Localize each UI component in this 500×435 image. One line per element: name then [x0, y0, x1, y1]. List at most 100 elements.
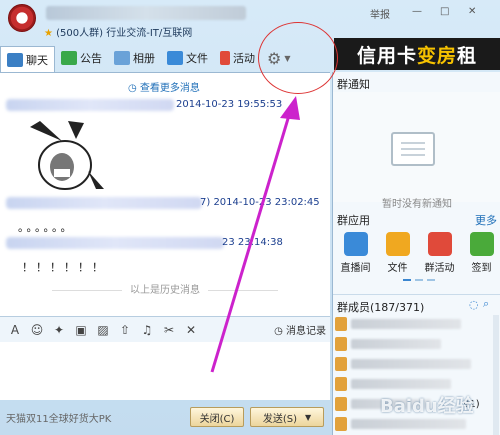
page-indicator: [403, 279, 435, 281]
app-label: 签到: [471, 263, 492, 274]
chat-bubble-icon: [7, 52, 23, 67]
apps-more-link[interactable]: 更多: [475, 212, 497, 228]
group-subtitle: ★ (500人群) 行业交流-IT/互联网: [44, 24, 192, 39]
more-messages-label: 查看更多消息: [139, 83, 200, 94]
sender-name-blurred: [6, 197, 202, 209]
tab-label: 公告: [80, 52, 102, 65]
app-files[interactable]: 文件: [385, 232, 410, 274]
scissors-icon[interactable]: ✂: [160, 321, 178, 339]
message-timestamp: 23 23:14:38: [222, 237, 283, 248]
qq-group-chat-window: ★ (500人群) 行业交流-IT/互联网 举报 — □ ✕ 聊天 公告 相册 …: [0, 0, 500, 435]
star-icon: ★: [44, 28, 53, 39]
more-messages-link[interactable]: ◷ 查看更多消息: [128, 79, 200, 94]
magic-wand-icon[interactable]: ✦: [50, 321, 68, 339]
sender-name-blurred: [6, 237, 224, 249]
video-icon[interactable]: ▣: [72, 321, 90, 339]
report-link[interactable]: 举报: [370, 6, 390, 21]
bulletin-board-icon: [391, 132, 435, 166]
member-name-blurred: [351, 419, 466, 429]
list-item[interactable]: [333, 355, 493, 373]
ad-banner[interactable]: 信用卡 变房租: [334, 38, 500, 70]
folder-icon: [167, 51, 183, 65]
watermark-logo: Baidu经验: [380, 396, 474, 417]
chat-bubble-icon[interactable]: ◌: [469, 298, 479, 311]
chat-history-panel: ◷ 查看更多消息 2014-10-23 19:55:53 7) 2014-10-…: [0, 72, 330, 316]
history-icon: ◷: [128, 83, 140, 94]
annotation-circle: [258, 22, 338, 94]
sender-name-blurred: [6, 99, 174, 111]
member-name-blurred: [351, 359, 471, 369]
avatar: [335, 357, 347, 371]
group-name-blurred: [46, 6, 246, 20]
tab-label: 相册: [133, 52, 155, 65]
upload-icon[interactable]: ⇧: [116, 321, 134, 339]
red-flag-icon: [220, 51, 230, 65]
member-scrollbar[interactable]: [493, 315, 499, 435]
live-room-icon: [343, 232, 368, 256]
search-icon[interactable]: ⌕: [483, 297, 489, 311]
send-label: 发送(S): [262, 413, 297, 425]
photo-icon: [114, 51, 130, 65]
app-checkin[interactable]: 签到: [469, 232, 494, 274]
list-item[interactable]: [333, 375, 493, 393]
input-toolbar: A ☺ ✦ ▣ ▨ ⇧ ♫ ✂ ✕ ◷ 消息记录: [0, 316, 330, 342]
group-avatar-icon[interactable]: [8, 4, 36, 32]
avatar: [335, 337, 347, 351]
message-history-button[interactable]: ◷ 消息记录: [274, 322, 326, 337]
font-icon[interactable]: A: [6, 321, 24, 339]
avatar: [335, 317, 347, 331]
tab-chat[interactable]: 聊天: [0, 46, 55, 72]
message-input[interactable]: [0, 342, 330, 400]
member-name-blurred: [351, 379, 451, 389]
app-label: 文件: [387, 263, 408, 274]
group-apps: 直播间 文件 群活动 签到: [333, 232, 500, 274]
maximize-icon[interactable]: □: [440, 6, 449, 17]
member-name-blurred: [351, 319, 461, 329]
app-label: 直播间: [340, 263, 371, 274]
clock-icon: ◷: [274, 326, 286, 337]
tab-activity[interactable]: 活动: [214, 46, 261, 70]
avatar: [335, 397, 347, 411]
tab-announcement[interactable]: 公告: [55, 46, 108, 70]
list-item[interactable]: [333, 335, 493, 353]
tab-label: 文件: [186, 52, 208, 65]
message-history-label: 消息记录: [286, 326, 326, 337]
tab-label: 活动: [233, 52, 255, 65]
tab-files[interactable]: 文件: [161, 46, 214, 70]
group-sidebar: 群通知 暂时没有新通知 群应用 更多 直播间 文件 群活动 签到 群成员(187…: [332, 72, 500, 435]
minimize-icon[interactable]: —: [412, 6, 422, 17]
members-title: 群成员(187/371): [337, 301, 425, 314]
checkmark-icon: [469, 232, 494, 256]
banner-text: 信用卡: [356, 44, 417, 67]
emoji-icon[interactable]: ☺: [28, 321, 46, 339]
music-icon[interactable]: ♫: [138, 321, 156, 339]
folder-icon: [385, 232, 410, 256]
banner-highlight: 变房: [416, 44, 457, 67]
apps-title: 群应用: [337, 214, 370, 227]
chevron-down-icon[interactable]: ▼: [305, 413, 311, 422]
history-separator: 以上是历史消息: [0, 281, 330, 296]
app-label: 群活动: [424, 263, 455, 274]
app-activity[interactable]: 群活动: [425, 232, 455, 274]
avatar: [335, 417, 347, 431]
red-flag-icon: [427, 232, 452, 256]
member-name-blurred: [351, 339, 441, 349]
tab-label: 聊天: [26, 53, 48, 67]
flag-icon: [61, 51, 77, 65]
image-icon[interactable]: ▨: [94, 321, 112, 339]
avatar: [335, 377, 347, 391]
app-live[interactable]: 直播间: [341, 232, 371, 274]
message-timestamp: 2014-10-23 19:55:53: [176, 99, 283, 110]
group-title: (500人群) 行业交流-IT/互联网: [56, 28, 193, 39]
sticker-image: [20, 119, 110, 193]
tab-album[interactable]: 相册: [108, 46, 161, 70]
mic-off-icon[interactable]: ✕: [182, 321, 200, 339]
no-notice-text: 暂时没有新通知: [382, 199, 452, 210]
footer-ad-link[interactable]: 天猫双11全球好货大PK: [6, 410, 111, 425]
list-item[interactable]: [333, 315, 493, 333]
close-icon[interactable]: ✕: [468, 6, 476, 17]
send-button[interactable]: 发送(S) ▼: [250, 407, 324, 427]
close-button[interactable]: 关闭(C): [190, 407, 244, 427]
message-text: 。。。。。。: [18, 221, 75, 234]
notice-title: 群通知: [337, 78, 370, 91]
